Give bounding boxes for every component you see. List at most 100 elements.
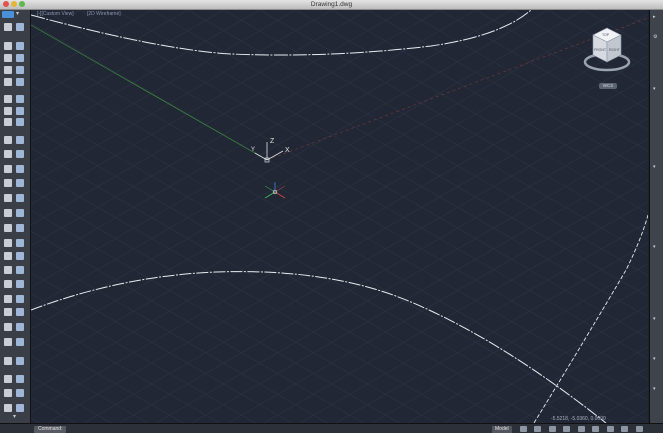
wcs-menu[interactable]: WCS <box>599 83 617 89</box>
ortho-toggle-icon[interactable] <box>548 426 556 432</box>
viewcube-icon[interactable]: FRONT RIGHT TOP <box>581 24 631 82</box>
tool-button[interactable] <box>4 165 12 173</box>
annotation-scale-icon[interactable] <box>621 426 629 432</box>
tool-button[interactable] <box>4 389 12 397</box>
right-arc[interactable] <box>533 214 648 423</box>
coordinate-readout: -5.5218, -5.0360, 0.0000 <box>551 416 606 422</box>
tool-button[interactable] <box>4 42 12 50</box>
tool-button[interactable] <box>16 54 24 62</box>
settings-icon[interactable]: ⚙ <box>653 34 657 40</box>
tool-button[interactable] <box>4 150 12 158</box>
tool-button[interactable] <box>4 357 12 365</box>
tool-button[interactable] <box>4 338 12 346</box>
tool-button[interactable] <box>4 375 12 383</box>
tool-button[interactable] <box>16 42 24 50</box>
tool-button[interactable] <box>4 308 12 316</box>
polar-toggle-icon[interactable] <box>563 426 571 432</box>
tool-row <box>3 54 27 62</box>
tool-button[interactable] <box>16 95 24 103</box>
panel-toggle-icon[interactable]: ▸ <box>653 14 656 20</box>
tool-button[interactable] <box>4 323 12 331</box>
visual-style-label[interactable]: [2D Wireframe] <box>87 11 121 18</box>
tool-button[interactable] <box>4 118 12 126</box>
tool-button[interactable] <box>4 107 12 115</box>
view-control-label[interactable]: [-][Custom View] <box>37 11 74 18</box>
osnap-toggle-icon[interactable] <box>577 426 585 432</box>
tool-row <box>3 308 27 316</box>
workspace-icon[interactable] <box>606 426 614 432</box>
tool-button[interactable] <box>4 95 12 103</box>
autocad-window: Drawing1.dwg ▾ ▾ Z X Y [-][Custom View] … <box>0 0 663 433</box>
collapse-icon[interactable]: ▾ <box>653 356 656 362</box>
tool-button[interactable] <box>4 23 12 31</box>
tool-button[interactable] <box>16 266 24 274</box>
grid-line <box>187 10 648 276</box>
tool-button[interactable] <box>4 78 12 86</box>
command-line[interactable]: Command: <box>34 426 67 433</box>
tool-button[interactable] <box>16 308 24 316</box>
tool-button[interactable] <box>16 165 24 173</box>
grid-line <box>31 189 436 423</box>
tool-button[interactable] <box>16 280 24 288</box>
dropdown-arrow-icon[interactable]: ▾ <box>16 11 19 18</box>
tool-button[interactable] <box>4 194 12 202</box>
tool-button[interactable] <box>16 295 24 303</box>
grid-line <box>31 14 648 371</box>
tool-button[interactable] <box>16 150 24 158</box>
tool-button[interactable] <box>16 338 24 346</box>
tool-button[interactable] <box>4 252 12 260</box>
tool-button[interactable] <box>16 389 24 397</box>
tool-button[interactable] <box>16 118 24 126</box>
tool-button[interactable] <box>4 224 12 232</box>
tool-button[interactable] <box>16 136 24 144</box>
tool-row <box>3 95 27 103</box>
tool-row <box>3 295 27 303</box>
collapse-icon[interactable]: ▾ <box>653 86 656 92</box>
status-bar: Command: Model <box>0 423 663 433</box>
tool-button[interactable] <box>16 357 24 365</box>
collapse-icon[interactable]: ▾ <box>653 386 656 392</box>
collapse-icon[interactable]: ▾ <box>653 164 656 170</box>
tool-button[interactable] <box>4 280 12 288</box>
y-axis-line <box>31 24 268 161</box>
tool-button[interactable] <box>16 375 24 383</box>
tool-button[interactable] <box>4 136 12 144</box>
tool-button[interactable] <box>16 224 24 232</box>
tool-button[interactable] <box>16 66 24 74</box>
tool-button[interactable] <box>16 23 24 31</box>
more-tools-icon[interactable]: ▾ <box>13 413 16 420</box>
tool-button[interactable] <box>4 295 12 303</box>
fullscreen-icon[interactable] <box>635 426 643 432</box>
tool-button[interactable] <box>16 209 24 217</box>
otrack-toggle-icon[interactable] <box>592 426 600 432</box>
tool-button[interactable] <box>4 266 12 274</box>
model-tab[interactable]: Model <box>492 426 512 433</box>
tool-button[interactable] <box>4 66 12 74</box>
title-bar: Drawing1.dwg <box>0 0 663 10</box>
tool-button[interactable] <box>4 404 12 412</box>
collapse-icon[interactable]: ▾ <box>653 316 656 322</box>
tool-button[interactable] <box>16 107 24 115</box>
grid-line <box>31 10 548 309</box>
grid-line <box>31 10 80 39</box>
select-mode-button[interactable] <box>2 11 14 18</box>
grid-line <box>31 10 224 122</box>
tool-button[interactable] <box>16 404 24 412</box>
tool-button[interactable] <box>16 323 24 331</box>
grid-toggle-icon[interactable] <box>520 426 527 432</box>
drawing-viewport[interactable]: Z X Y [-][Custom View] [2D Wireframe] FR… <box>31 10 648 423</box>
tool-button[interactable] <box>16 194 24 202</box>
tool-button[interactable] <box>16 78 24 86</box>
tool-button[interactable] <box>16 239 24 247</box>
tool-button[interactable] <box>4 209 12 217</box>
grid-line <box>31 127 544 423</box>
tool-row <box>3 323 27 331</box>
tool-button[interactable] <box>4 239 12 247</box>
collapse-icon[interactable]: ▾ <box>653 244 656 250</box>
tool-button[interactable] <box>4 179 12 187</box>
tool-button[interactable] <box>16 179 24 187</box>
tool-button[interactable] <box>16 252 24 260</box>
tool-button[interactable] <box>4 54 12 62</box>
snap-toggle-icon[interactable] <box>534 426 542 432</box>
drawing-canvas[interactable]: Z X Y <box>31 10 648 423</box>
